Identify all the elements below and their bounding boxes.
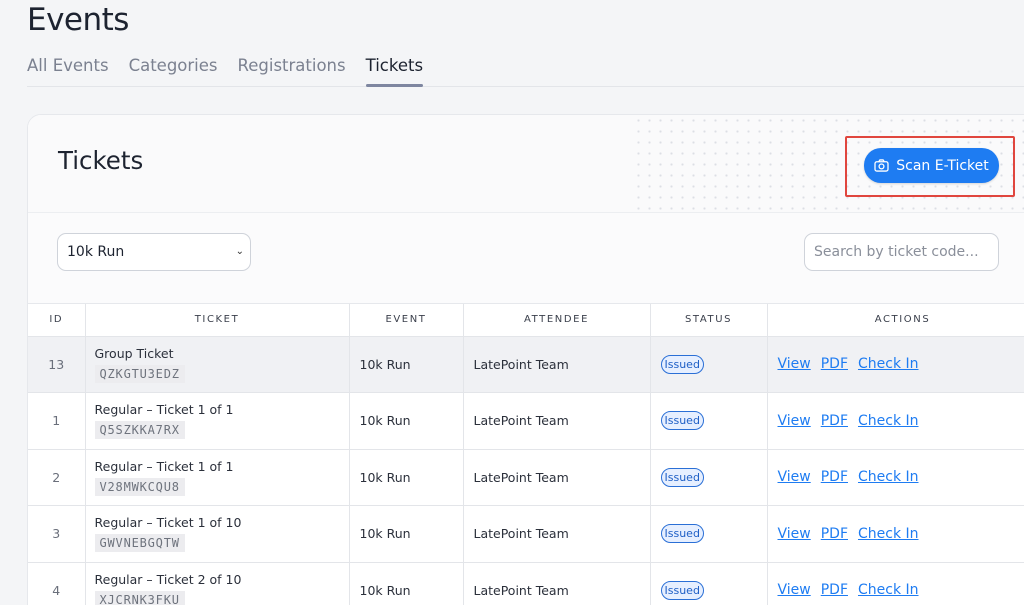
ticket-id: 3 xyxy=(28,505,86,563)
view-link[interactable]: View xyxy=(778,356,811,372)
ticket-cell: Regular – Ticket 1 of 1 Q5SZKKA7RX xyxy=(85,392,350,450)
pdf-link[interactable]: PDF xyxy=(821,469,848,485)
page-title: Events xyxy=(27,2,129,38)
column-header-event: EVENT xyxy=(349,304,464,337)
filters-bar: 10k Run ⌄ xyxy=(28,213,1024,304)
chevron-down-icon: ⌄ xyxy=(235,246,244,257)
check-in-link[interactable]: Check In xyxy=(858,582,919,598)
ticket-code: V28MWKCQU8 xyxy=(94,477,185,496)
attendee-name: LatePoint Team xyxy=(463,505,651,563)
event-name: 10k Run xyxy=(349,392,464,450)
pdf-link[interactable]: PDF xyxy=(821,413,848,429)
table-row: 4 Regular – Ticket 2 of 10 XJCRNK3FKU 10… xyxy=(28,562,1024,605)
event-name: 10k Run xyxy=(349,449,464,506)
ticket-name: Regular – Ticket 1 of 1 xyxy=(94,458,234,474)
tab-categories[interactable]: Categories xyxy=(129,55,218,86)
ticket-id: 1 xyxy=(28,392,86,450)
ticket-search-input[interactable] xyxy=(804,233,999,271)
attendee-name: LatePoint Team xyxy=(463,392,651,450)
status-badge: Issued xyxy=(660,580,704,600)
event-name: 10k Run xyxy=(349,562,464,605)
column-header-status: STATUS xyxy=(650,304,768,337)
column-header-attendee: ATTENDEE xyxy=(463,304,651,337)
view-link[interactable]: View xyxy=(778,526,811,542)
ticket-cell: Regular – Ticket 2 of 10 XJCRNK3FKU xyxy=(85,562,350,605)
ticket-cell: Group Ticket QZKGTU3EDZ xyxy=(85,336,350,393)
status-cell: Issued xyxy=(650,505,768,563)
pdf-link[interactable]: PDF xyxy=(821,582,848,598)
pdf-link[interactable]: PDF xyxy=(821,526,848,542)
ticket-cell: Regular – Ticket 1 of 10 GWVNEBGQTW xyxy=(85,505,350,563)
ticket-id: 4 xyxy=(28,562,86,605)
ticket-name: Regular – Ticket 2 of 10 xyxy=(94,571,242,587)
event-select[interactable]: 10k Run ⌄ xyxy=(57,233,251,271)
actions-cell: View PDF Check In xyxy=(767,562,1024,605)
ticket-code: GWVNEBGQTW xyxy=(94,534,185,553)
tabs-bar: All Events Categories Registrations Tick… xyxy=(27,55,1024,87)
status-cell: Issued xyxy=(650,336,768,393)
ticket-name: Group Ticket xyxy=(94,345,174,361)
view-link[interactable]: View xyxy=(778,469,811,485)
status-badge: Issued xyxy=(660,354,704,374)
check-in-link[interactable]: Check In xyxy=(858,356,919,372)
card-title: Tickets xyxy=(58,146,144,175)
status-cell: Issued xyxy=(650,562,768,605)
actions-cell: View PDF Check In xyxy=(767,336,1024,393)
attendee-name: LatePoint Team xyxy=(463,562,651,605)
table-header-row: ID TICKET EVENT ATTENDEE STATUS ACTIONS xyxy=(28,304,1024,337)
table-row: 3 Regular – Ticket 1 of 10 GWVNEBGQTW 10… xyxy=(28,505,1024,563)
ticket-code: XJCRNK3FKU xyxy=(94,590,185,605)
ticket-id: 2 xyxy=(28,449,86,506)
column-header-actions: ACTIONS xyxy=(767,304,1024,337)
ticket-name: Regular – Ticket 1 of 1 xyxy=(94,402,234,418)
scan-e-ticket-button[interactable]: Scan E-Ticket xyxy=(864,148,999,183)
status-badge: Issued xyxy=(660,467,704,487)
check-in-link[interactable]: Check In xyxy=(858,526,919,542)
status-badge: Issued xyxy=(660,524,704,544)
actions-cell: View PDF Check In xyxy=(767,449,1024,506)
actions-cell: View PDF Check In xyxy=(767,505,1024,563)
status-badge: Issued xyxy=(660,411,704,431)
ticket-name: Regular – Ticket 1 of 10 xyxy=(94,515,242,531)
table-row: 13 Group Ticket QZKGTU3EDZ 10k Run LateP… xyxy=(28,336,1024,393)
check-in-link[interactable]: Check In xyxy=(858,469,919,485)
status-cell: Issued xyxy=(650,449,768,506)
tickets-card: Tickets Scan E-Ticket 10k Run ⌄ ID TICKE… xyxy=(27,114,1024,605)
ticket-cell: Regular – Ticket 1 of 1 V28MWKCQU8 xyxy=(85,449,350,506)
check-in-link[interactable]: Check In xyxy=(858,413,919,429)
tab-all-events[interactable]: All Events xyxy=(27,55,109,86)
scan-e-ticket-label: Scan E-Ticket xyxy=(896,157,989,174)
camera-icon xyxy=(874,159,889,172)
event-name: 10k Run xyxy=(349,505,464,563)
attendee-name: LatePoint Team xyxy=(463,336,651,393)
actions-cell: View PDF Check In xyxy=(767,392,1024,450)
column-header-ticket: TICKET xyxy=(85,304,350,337)
view-link[interactable]: View xyxy=(778,582,811,598)
attendee-name: LatePoint Team xyxy=(463,449,651,506)
column-header-id: ID xyxy=(28,304,86,337)
table-row: 2 Regular – Ticket 1 of 1 V28MWKCQU8 10k… xyxy=(28,449,1024,506)
ticket-code: QZKGTU3EDZ xyxy=(94,364,185,383)
status-cell: Issued xyxy=(650,392,768,450)
pdf-link[interactable]: PDF xyxy=(821,356,848,372)
ticket-id: 13 xyxy=(28,336,86,393)
ticket-code: Q5SZKKA7RX xyxy=(94,421,185,440)
tab-registrations[interactable]: Registrations xyxy=(238,55,346,86)
event-name: 10k Run xyxy=(349,336,464,393)
view-link[interactable]: View xyxy=(778,413,811,429)
table-row: 1 Regular – Ticket 1 of 1 Q5SZKKA7RX 10k… xyxy=(28,392,1024,450)
tickets-table: ID TICKET EVENT ATTENDEE STATUS ACTIONS … xyxy=(28,304,1024,605)
card-header: Tickets Scan E-Ticket xyxy=(28,115,1024,213)
event-select-value: 10k Run xyxy=(67,244,125,260)
tab-tickets[interactable]: Tickets xyxy=(365,55,424,87)
